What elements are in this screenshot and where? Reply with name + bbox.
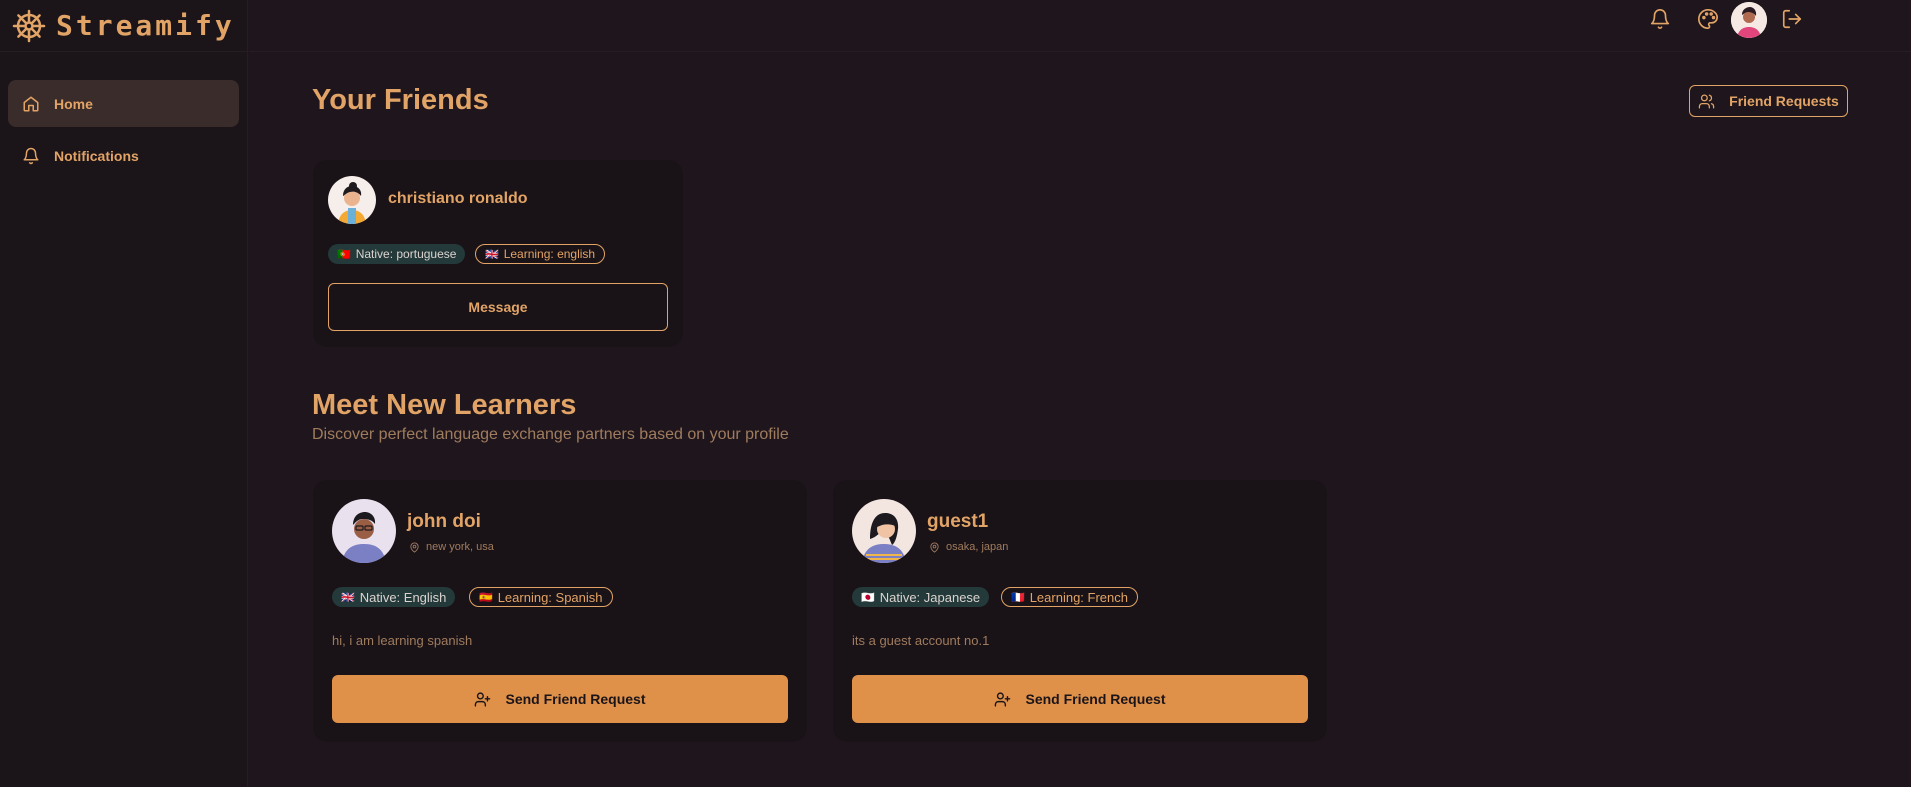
send-friend-request-button[interactable]: Send Friend Request [332,675,788,723]
logout-button[interactable] [1774,1,1810,37]
learner-avatar [852,499,916,563]
send-friend-request-label: Send Friend Request [505,691,646,707]
avatar-image [1731,2,1767,38]
friend-requests-button[interactable]: Friend Requests [1689,85,1848,117]
friend-name: christiano ronaldo [388,190,528,207]
user-avatar[interactable] [1731,2,1767,38]
avatar-image [862,513,906,563]
native-language-label: Native: English [359,589,447,605]
sidebar-item-home[interactable]: Home [8,80,239,127]
learner-bio: hi, i am learning spanish [332,633,473,648]
sidebar-nav: Home Notifications [0,52,247,179]
learner-location-text: osaka, japan [946,541,1009,553]
native-language-badge: 🇵🇹 Native: portuguese [328,244,466,264]
friend-requests-label: Friend Requests [1729,93,1839,109]
learner-name: guest1 [927,511,989,532]
user-plus-icon [475,691,491,707]
flag-icon: 🇪🇸 [479,591,493,604]
avatar-image [338,182,366,224]
learning-language-badge: 🇫🇷 Learning: French [1001,587,1138,607]
users-icon [1698,93,1715,109]
learner-location: new york, usa [409,541,494,553]
learner-avatar [332,499,396,563]
native-language-label: Native: portuguese [355,247,457,261]
sidebar-item-label: Home [54,95,93,112]
learner-name: john doi [407,511,481,532]
learning-language-label: Learning: French [1029,589,1128,605]
learning-language-label: Learning: english [503,247,596,261]
avatar-image [342,512,386,563]
home-icon [23,96,39,111]
map-pin-icon [930,541,939,553]
flag-icon: 🇵🇹 [337,248,351,261]
friend-avatar [328,176,376,224]
sidebar-item-notifications[interactable]: Notifications [8,132,239,179]
learning-language-badge: 🇬🇧 Learning: english [475,244,606,264]
notifications-button[interactable] [1642,1,1678,37]
logout-icon [1782,9,1802,29]
learning-language-label: Learning: Spanish [497,589,603,605]
sidebar: Streamify Home Notifications [0,0,248,787]
flag-icon: 🇬🇧 [341,591,355,604]
flag-icon: 🇬🇧 [485,248,499,261]
theme-button[interactable] [1690,1,1726,37]
flag-icon: 🇫🇷 [1011,591,1025,604]
native-language-badge: 🇬🇧 Native: English [332,587,456,607]
learner-card: guest1 osaka, japan 🇯🇵 Native: Japanese … [833,480,1327,742]
learner-bio: its a guest account no.1 [852,633,990,648]
brand[interactable]: Streamify [0,0,247,52]
flag-icon: 🇯🇵 [861,591,875,604]
learners-section-title: Meet New Learners [312,389,577,421]
user-plus-icon [995,691,1011,707]
map-pin-icon [410,541,419,553]
learner-location-text: new york, usa [426,541,494,553]
friend-card: christiano ronaldo 🇵🇹 Native: portuguese… [313,160,683,347]
friends-section-title: Your Friends [312,84,489,116]
learner-location: osaka, japan [929,541,1008,553]
bell-icon [23,147,39,164]
ship-wheel-icon [12,9,46,42]
learners-section-subtitle: Discover perfect language exchange partn… [312,426,789,443]
native-language-badge: 🇯🇵 Native: Japanese [852,587,990,607]
message-button[interactable]: Message [328,283,668,331]
learning-language-badge: 🇪🇸 Learning: Spanish [469,587,613,607]
send-friend-request-button[interactable]: Send Friend Request [852,675,1308,723]
palette-icon [1698,9,1718,29]
brand-name: Streamify [56,9,235,42]
native-language-label: Native: Japanese [879,589,981,605]
bell-icon [1650,9,1670,29]
sidebar-item-label: Notifications [54,147,139,164]
send-friend-request-label: Send Friend Request [1025,691,1166,707]
learner-card: john doi new york, usa 🇬🇧 Native: Englis… [313,480,807,742]
